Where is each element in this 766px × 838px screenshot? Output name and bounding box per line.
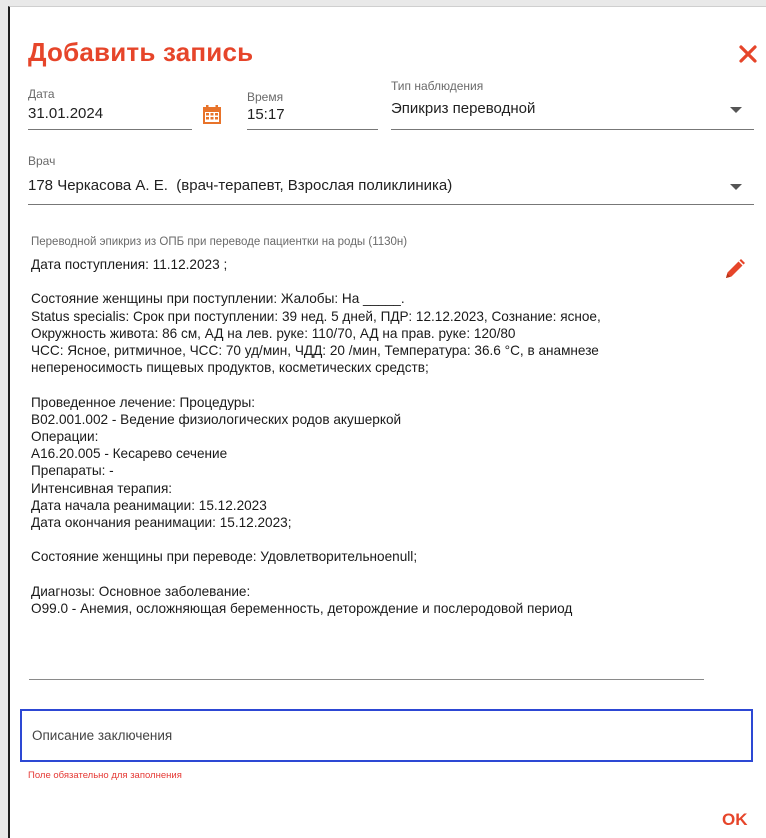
add-record-dialog: Добавить запись Дата 31.01.2024 Время 15… — [8, 6, 766, 838]
observation-type-value[interactable]: Эпикриз переводной — [391, 100, 535, 117]
conclusion-description-input[interactable]: Описание заключения — [20, 709, 753, 762]
ok-button[interactable]: OK — [722, 810, 748, 830]
time-value[interactable]: 15:17 — [247, 106, 285, 123]
chevron-down-icon[interactable] — [730, 107, 742, 113]
date-label: Дата — [28, 87, 55, 101]
doctor-underline — [28, 204, 754, 205]
conclusion-placeholder: Описание заключения — [32, 728, 173, 743]
observation-type-label: Тип наблюдения — [391, 79, 484, 93]
observation-type-underline — [391, 129, 754, 130]
required-field-error: Поле обязательно для заполнения — [28, 770, 182, 781]
date-value[interactable]: 31.01.2024 — [28, 105, 103, 122]
chevron-down-icon[interactable] — [730, 184, 742, 190]
pencil-icon[interactable] — [721, 257, 747, 283]
dialog-title: Добавить запись — [28, 37, 254, 67]
epicrisis-text: Дата поступления: 11.12.2023 ; Состояние… — [31, 257, 601, 617]
time-label: Время — [247, 90, 284, 104]
epicrisis-divider — [29, 679, 704, 680]
calendar-icon[interactable] — [201, 104, 223, 126]
doctor-label: Врач — [28, 154, 56, 168]
close-icon[interactable] — [737, 43, 759, 65]
doctor-value[interactable]: 178 Черкасова А. Е. (врач-терапевт, Взро… — [28, 177, 452, 194]
time-underline — [247, 129, 378, 130]
epicrisis-label: Переводной эпикриз из ОПБ при переводе п… — [31, 236, 408, 248]
date-underline — [28, 129, 192, 130]
